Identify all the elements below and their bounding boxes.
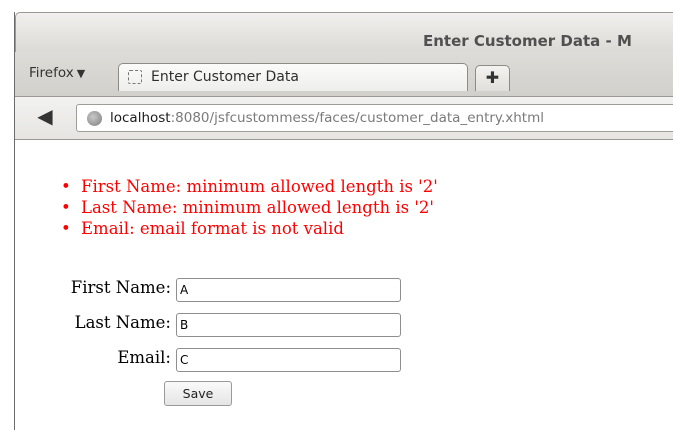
- plus-icon: ✚: [485, 68, 500, 87]
- window-title: Enter Customer Data - M: [423, 32, 632, 50]
- firefox-menu-button[interactable]: Firefox ▼: [29, 65, 121, 81]
- navigation-bar: ◀ localhost:8080/jsfcustommess/faces/cus…: [15, 96, 673, 140]
- page-content: First Name: minimum allowed length is '2…: [15, 141, 673, 430]
- tab-enter-customer-data[interactable]: Enter Customer Data: [118, 63, 468, 91]
- last-name-label: Last Name:: [74, 313, 171, 332]
- email-label: Email:: [117, 348, 171, 367]
- tab-label: Enter Customer Data: [151, 69, 299, 85]
- first-name-field[interactable]: [176, 278, 401, 302]
- error-message: First Name: minimum allowed length is '2…: [60, 176, 438, 197]
- back-arrow-icon: ◀: [37, 104, 53, 128]
- firefox-menu-label: Firefox: [29, 65, 74, 81]
- browser-window: Enter Customer Data - M Firefox ▼ Enter C…: [15, 12, 673, 430]
- url-host: localhost: [110, 110, 171, 126]
- back-button[interactable]: ◀: [34, 105, 56, 127]
- new-tab-button[interactable]: ✚: [475, 65, 510, 91]
- error-messages-list: First Name: minimum allowed length is '2…: [60, 176, 438, 239]
- tab-strip: Firefox ▼ Enter Customer Data ✚: [15, 52, 673, 96]
- first-name-label: First Name:: [70, 278, 171, 297]
- email-field[interactable]: [176, 348, 401, 372]
- site-identity-icon[interactable]: [87, 111, 102, 126]
- error-message: Email: email format is not valid: [60, 218, 438, 239]
- last-name-field[interactable]: [176, 313, 401, 337]
- page-favicon-icon: [128, 70, 142, 84]
- title-bar[interactable]: Enter Customer Data - M: [15, 12, 673, 52]
- url-text: localhost:8080/jsfcustommess/faces/custo…: [110, 110, 544, 126]
- desktop-background: [0, 0, 14, 430]
- url-path: :8080/jsfcustommess/faces/customer_data_…: [170, 110, 545, 126]
- address-bar[interactable]: localhost:8080/jsfcustommess/faces/custo…: [76, 104, 673, 132]
- chevron-down-icon: ▼: [76, 67, 86, 80]
- save-button[interactable]: Save: [164, 381, 232, 406]
- error-message: Last Name: minimum allowed length is '2': [60, 197, 438, 218]
